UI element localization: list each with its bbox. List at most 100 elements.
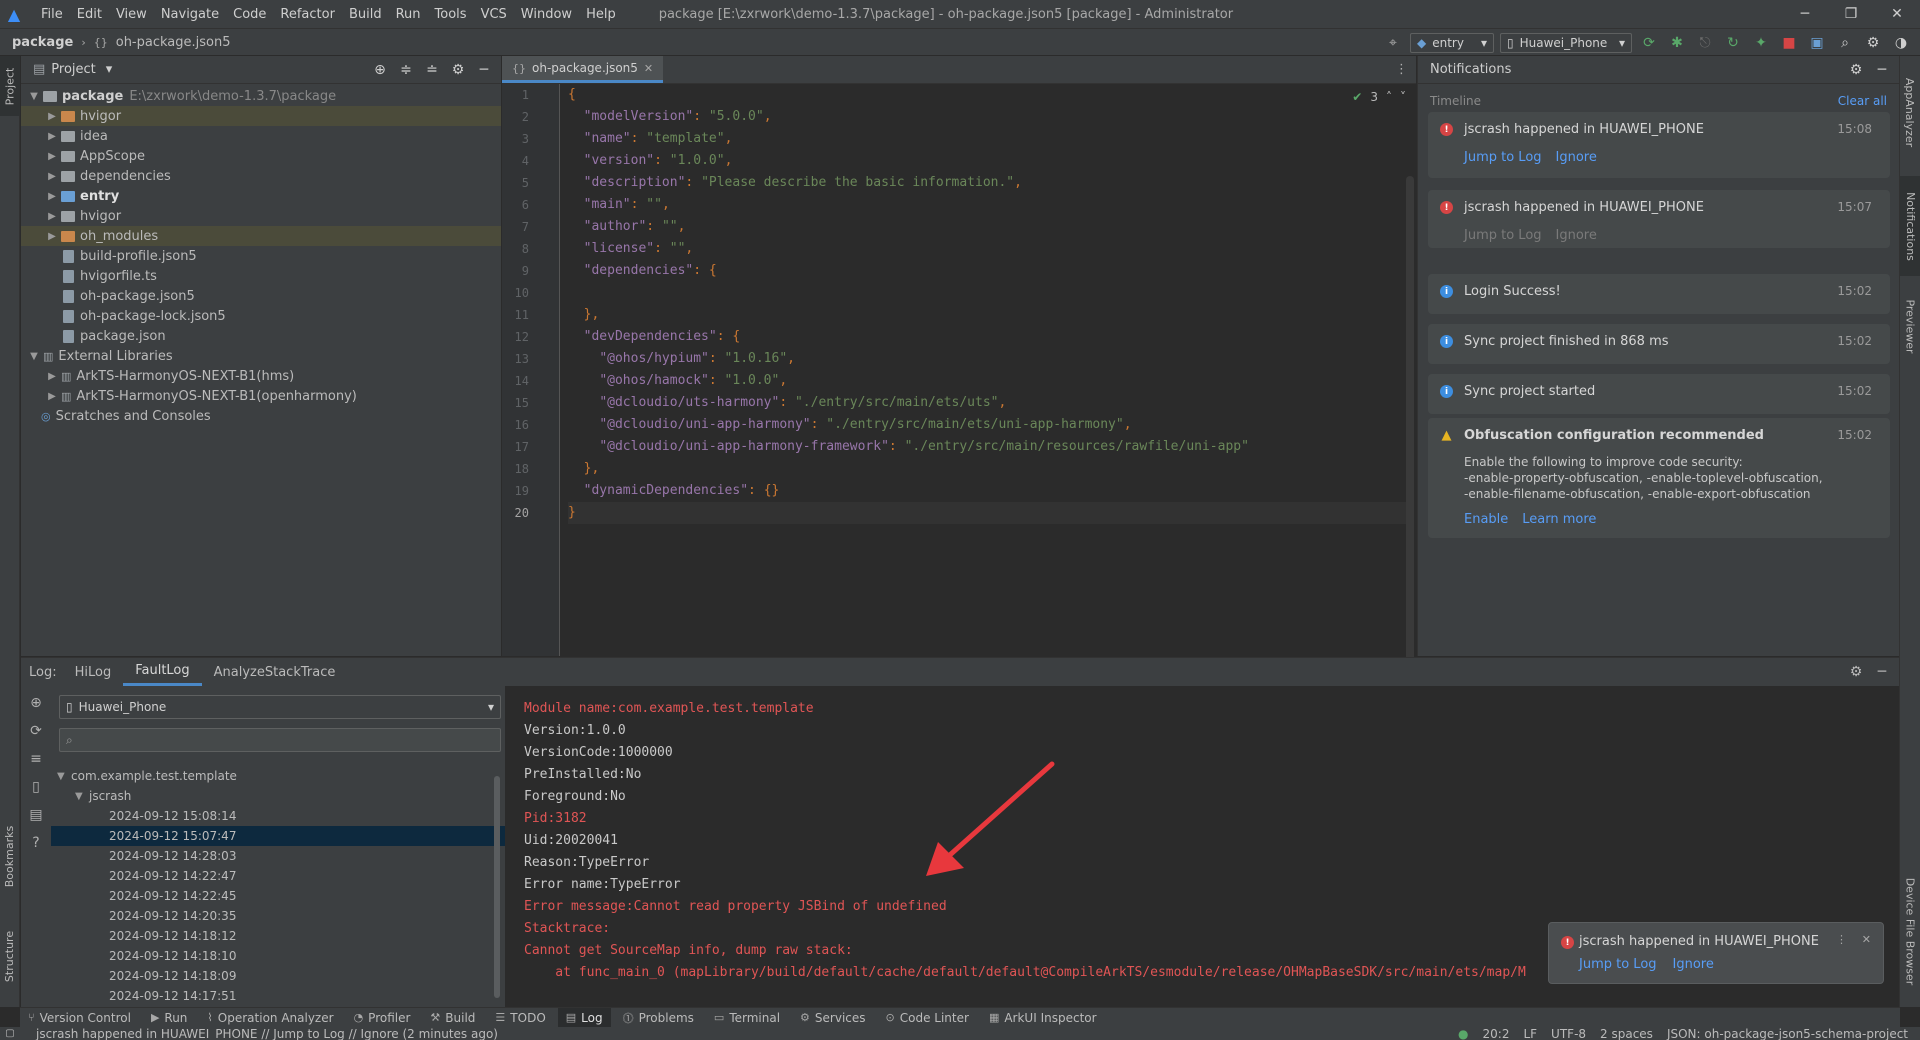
tree-item[interactable]: hvigorfile.ts <box>21 266 501 286</box>
close-window-icon[interactable]: ✕ <box>1874 0 1920 28</box>
menu-vcs[interactable]: VCS <box>474 7 514 22</box>
menu-view[interactable]: View <box>109 7 154 22</box>
ignore-link[interactable]: Ignore <box>1556 150 1597 165</box>
toolwindow-build[interactable]: ⚒ Build <box>422 1008 483 1028</box>
debug-icon[interactable]: ✱ <box>1666 32 1688 54</box>
hide-panel-icon[interactable]: ─ <box>473 59 495 81</box>
panel-settings-icon[interactable]: ⚙ <box>447 59 469 81</box>
refresh-icon[interactable]: ⟳ <box>25 720 47 742</box>
stripe-structure-tab[interactable]: Structure <box>0 916 20 996</box>
learn-more-link[interactable]: Learn more <box>1522 512 1596 527</box>
restore-icon[interactable]: ❐ <box>1828 0 1874 28</box>
minimize-icon[interactable]: ─ <box>1782 0 1828 28</box>
target-icon[interactable]: ⊕ <box>25 692 47 714</box>
breadcrumb-project[interactable]: package <box>12 35 73 50</box>
editor-tab-oh-package[interactable]: {} oh-package.json5 ✕ <box>502 56 664 83</box>
toolwindow-run[interactable]: ▶ Run <box>143 1008 195 1028</box>
log-settings-icon[interactable]: ⚙ <box>1845 661 1867 683</box>
tree-item[interactable]: ▶ entry <box>21 186 501 206</box>
faultlog-device-combo[interactable]: ▯ Huawei_Phone ▾ <box>59 695 501 719</box>
faultlog-search-input[interactable]: ⌕ <box>59 728 501 752</box>
tree-library[interactable]: ▶ ▥ ArkTS-HarmonyOS-NEXT-B1(hms) <box>21 366 501 386</box>
collapse-all-icon[interactable]: ≐ <box>421 59 443 81</box>
tree-item[interactable]: build-profile.json5 <box>21 246 501 266</box>
tree-scratches[interactable]: ◎ Scratches and Consoles <box>21 406 501 426</box>
chevron-down-icon[interactable]: ▼ <box>75 791 89 802</box>
toolwindow-log[interactable]: ▤ Log <box>557 1007 611 1028</box>
stripe-bookmarks-tab[interactable]: Bookmarks <box>0 816 20 896</box>
tab-analyzestacktrace[interactable]: AnalyzeStackTrace <box>202 658 348 686</box>
stripe-device-file-browser-tab[interactable]: Device File Browser <box>1900 866 1920 996</box>
status-encoding[interactable]: UTF-8 <box>1551 1027 1586 1040</box>
save-icon[interactable]: ▤ <box>25 804 47 826</box>
tree-item[interactable]: ▶ hvigor <box>21 106 501 126</box>
more-icon[interactable]: ⋮ <box>1836 933 1847 946</box>
tree-item[interactable]: ▶ dependencies <box>21 166 501 186</box>
apply-changes-icon[interactable]: ↻ <box>1722 32 1744 54</box>
menu-tools[interactable]: Tools <box>428 7 474 22</box>
device-combo[interactable]: ▯ Huawei_Phone ▾ <box>1500 33 1632 53</box>
enable-link[interactable]: Enable <box>1464 512 1508 527</box>
tree-package[interactable]: ▼ com.example.test.template <box>51 766 505 786</box>
sidebar-scrollbar[interactable] <box>494 776 500 998</box>
rerun-icon[interactable]: ⟳ <box>1638 32 1660 54</box>
close-tab-icon[interactable]: ✕ <box>644 62 653 75</box>
chevron-down-icon[interactable]: ▼ <box>57 771 71 782</box>
code-area[interactable]: { "modelVersion": "5.0.0", "name": "temp… <box>568 84 1408 524</box>
toolwindow-todo[interactable]: ☰ TODO <box>487 1008 553 1028</box>
chevron-up-icon[interactable]: ˄ <box>1386 90 1392 104</box>
status-message[interactable]: jscrash happened in HUAWEI_PHONE // Jump… <box>36 1027 498 1040</box>
hide-panel-icon[interactable]: ─ <box>1871 661 1893 683</box>
close-toast-icon[interactable]: ✕ <box>1862 933 1871 946</box>
toast-jump-to-log-link[interactable]: Jump to Log <box>1579 957 1657 972</box>
chevron-right-icon[interactable]: ▶ <box>45 211 59 222</box>
chevron-right-icon[interactable]: ▶ <box>45 191 59 202</box>
crash-timestamp-item[interactable]: 2024-09-12 14:20:35 <box>51 906 505 926</box>
chevron-down-icon[interactable]: ▼ <box>27 351 41 362</box>
tree-item[interactable]: oh-package-lock.json5 <box>21 306 501 326</box>
settings-icon[interactable]: ⚙ <box>1862 32 1884 54</box>
tree-library[interactable]: ▶ ▥ ArkTS-HarmonyOS-NEXT-B1(openharmony) <box>21 386 501 406</box>
notification-item[interactable]: i Login Success! 15:02 <box>1428 274 1890 314</box>
menu-edit[interactable]: Edit <box>70 7 109 22</box>
crash-toast[interactable]: ! jscrash happened in HUAWEI_PHONE ⋮ ✕ J… <box>1548 922 1884 984</box>
chevron-right-icon[interactable]: ▶ <box>45 231 59 242</box>
notification-item[interactable]: ! jscrash happened in HUAWEI_PHONE 15:07 Ju… <box>1428 190 1890 248</box>
toolwindow-arkui-inspector[interactable]: ▦ ArkUI Inspector <box>981 1008 1105 1028</box>
tree-external-libraries[interactable]: ▼ ▥ External Libraries <box>21 346 501 366</box>
target-icon[interactable]: ⌖ <box>1382 32 1404 54</box>
toolwindow-services[interactable]: ⚙ Services <box>792 1008 873 1028</box>
menu-run[interactable]: Run <box>389 7 428 22</box>
tree-item[interactable]: package.json <box>21 326 501 346</box>
menu-window[interactable]: Window <box>514 7 579 22</box>
crash-timestamp-item[interactable]: 2024-09-12 15:07:47 <box>51 826 505 846</box>
tab-faultlog[interactable]: FaultLog <box>123 658 202 686</box>
tree-item[interactable]: ▶ oh_modules <box>21 226 501 246</box>
status-schema[interactable]: JSON: oh-package-json5-schema-project <box>1667 1027 1908 1040</box>
menu-code[interactable]: Code <box>226 7 273 22</box>
project-panel-title[interactable]: Project <box>51 62 95 77</box>
jump-to-log-link[interactable]: Jump to Log <box>1464 150 1542 165</box>
tree-item[interactable]: ▶ idea <box>21 126 501 146</box>
ignore-link[interactable]: Ignore <box>1556 228 1597 243</box>
stripe-notifications-tab[interactable]: Notifications <box>1900 176 1920 276</box>
toolwindow-profiler[interactable]: ◔ Profiler <box>346 1008 419 1028</box>
status-line-separator[interactable]: LF <box>1523 1027 1537 1040</box>
attach-debugger-icon[interactable]: ⎋ <box>1694 32 1716 54</box>
breadcrumb-file[interactable]: oh-package.json5 <box>116 35 231 50</box>
menu-build[interactable]: Build <box>342 7 389 22</box>
jump-to-log-link[interactable]: Jump to Log <box>1464 228 1542 243</box>
tree-item[interactable]: ▶ hvigor <box>21 206 501 226</box>
chevron-right-icon[interactable]: ▶ <box>45 131 59 142</box>
crash-timestamp-item[interactable]: 2024-09-12 14:18:10 <box>51 946 505 966</box>
phone-icon[interactable]: ▯ <box>25 776 47 798</box>
wrap-icon[interactable]: ≡ <box>25 748 47 770</box>
toolwindow-terminal[interactable]: ▭ Terminal <box>706 1008 788 1028</box>
stripe-previewer-tab[interactable]: Previewer <box>1900 286 1920 366</box>
help-icon[interactable]: ? <box>25 832 47 854</box>
chevron-right-icon[interactable]: ▶ <box>45 151 59 162</box>
notif-settings-icon[interactable]: ⚙ <box>1845 59 1867 81</box>
editor-scrollbar[interactable] <box>1406 176 1414 676</box>
toolwindow-problems[interactable]: ⓵ Problems <box>615 1008 702 1028</box>
chevron-down-icon[interactable]: ▼ <box>27 91 41 102</box>
